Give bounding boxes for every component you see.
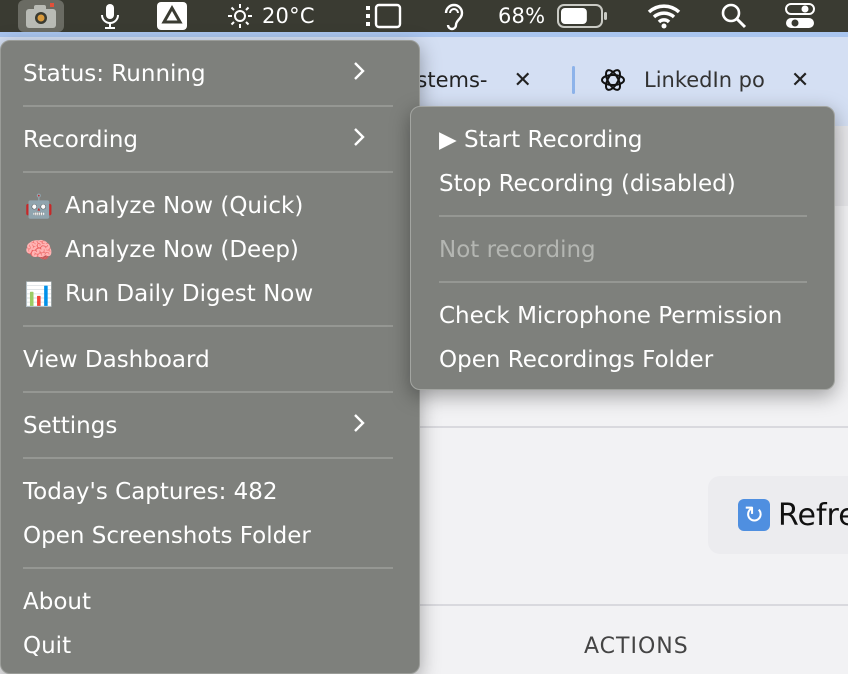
bar-chart-icon: 📊 bbox=[24, 281, 54, 308]
submenu-item-open-recordings[interactable]: Open Recordings Folder bbox=[439, 340, 713, 380]
submenu-item-recording-status: Not recording bbox=[439, 237, 596, 263]
battery-percentage[interactable]: 68% bbox=[498, 0, 545, 32]
menu-item-label: About bbox=[23, 589, 92, 615]
brain-icon: 🧠 bbox=[24, 237, 54, 264]
menu-item-label: Run Daily Digest Now bbox=[65, 281, 314, 307]
chevron-right-icon bbox=[353, 61, 365, 87]
close-icon[interactable]: ✕ bbox=[514, 68, 532, 93]
menu-item-label: Recording bbox=[23, 127, 139, 153]
refresh-label: Refre bbox=[778, 497, 848, 533]
menu-separator bbox=[439, 215, 807, 217]
refresh-icon: ↻ bbox=[738, 499, 770, 531]
menu-separator bbox=[23, 325, 393, 327]
tab-linkedin[interactable]: LinkedIn po ✕ bbox=[598, 62, 809, 98]
menu-item-daily-digest[interactable]: 📊 Run Daily Digest Now bbox=[23, 274, 314, 314]
menu-bar: 20°C 68% bbox=[0, 0, 848, 32]
openai-icon bbox=[598, 65, 628, 95]
menu-item-status[interactable]: Status: Running bbox=[23, 54, 393, 94]
menu-separator bbox=[23, 391, 393, 393]
menu-item-label: Today's Captures: 482 bbox=[23, 479, 278, 505]
menu-item-label: View Dashboard bbox=[23, 347, 210, 373]
tab-separator bbox=[572, 66, 575, 94]
robot-icon: 🤖 bbox=[24, 193, 54, 220]
menu-item-label: Analyze Now (Deep) bbox=[65, 237, 299, 263]
submenu-item-check-microphone[interactable]: Check Microphone Permission bbox=[439, 296, 782, 336]
tab-strip-accent bbox=[0, 32, 848, 37]
hearing-icon[interactable] bbox=[440, 0, 466, 32]
refresh-button[interactable]: ↻ Refre bbox=[708, 476, 848, 554]
menu-item-about[interactable]: About bbox=[23, 582, 91, 622]
chevron-right-icon bbox=[353, 413, 365, 439]
menu-separator bbox=[23, 105, 393, 107]
control-center-icon[interactable] bbox=[784, 0, 816, 32]
menu-item-recording[interactable]: Recording bbox=[23, 120, 393, 160]
menu-item-todays-captures[interactable]: Today's Captures: 482 bbox=[23, 472, 278, 512]
sun-icon[interactable] bbox=[226, 0, 254, 32]
wifi-icon[interactable] bbox=[646, 0, 682, 32]
menu-item-quit[interactable]: Quit bbox=[23, 626, 71, 666]
menu-item-label: Settings bbox=[23, 413, 118, 439]
menu-item-analyze-quick[interactable]: 🤖 Analyze Now (Quick) bbox=[23, 186, 304, 226]
app-camera-icon[interactable] bbox=[24, 0, 58, 32]
menu-item-label: Analyze Now (Quick) bbox=[65, 193, 304, 219]
menu-item-label: Quit bbox=[23, 633, 72, 659]
menu-item-view-dashboard[interactable]: View Dashboard bbox=[23, 340, 210, 380]
menu-separator bbox=[23, 171, 393, 173]
menu-item-analyze-deep[interactable]: 🧠 Analyze Now (Deep) bbox=[23, 230, 299, 270]
menu-item-settings[interactable]: Settings bbox=[23, 406, 393, 446]
close-icon[interactable]: ✕ bbox=[791, 68, 809, 93]
chevron-right-icon bbox=[353, 127, 365, 153]
battery-icon[interactable] bbox=[556, 0, 608, 32]
submenu-item-stop-recording[interactable]: Stop Recording (disabled) bbox=[439, 164, 736, 204]
menu-item-open-screenshots[interactable]: Open Screenshots Folder bbox=[23, 516, 311, 556]
menu-separator bbox=[439, 281, 807, 283]
recording-submenu: ▶ Start Recording Stop Recording (disabl… bbox=[410, 106, 835, 390]
microphone-icon[interactable] bbox=[98, 0, 122, 32]
weather-temperature[interactable]: 20°C bbox=[262, 0, 315, 32]
tab-systems[interactable]: ystems- ✕ bbox=[404, 62, 532, 98]
submenu-item-start-recording[interactable]: ▶ Start Recording bbox=[439, 120, 643, 160]
actions-heading: ACTIONS bbox=[584, 634, 689, 659]
menu-separator bbox=[23, 567, 393, 569]
search-icon[interactable] bbox=[720, 0, 748, 32]
screen-mirroring-icon[interactable] bbox=[364, 0, 402, 32]
menu-item-label: Status: Running bbox=[23, 61, 206, 87]
app-dropdown-menu: Status: Running Recording 🤖 Analyze Now … bbox=[0, 40, 420, 674]
tab-title: LinkedIn po bbox=[644, 68, 765, 92]
google-drive-icon[interactable] bbox=[156, 0, 188, 32]
menu-separator bbox=[23, 457, 393, 459]
menu-item-label: Open Screenshots Folder bbox=[23, 523, 311, 549]
